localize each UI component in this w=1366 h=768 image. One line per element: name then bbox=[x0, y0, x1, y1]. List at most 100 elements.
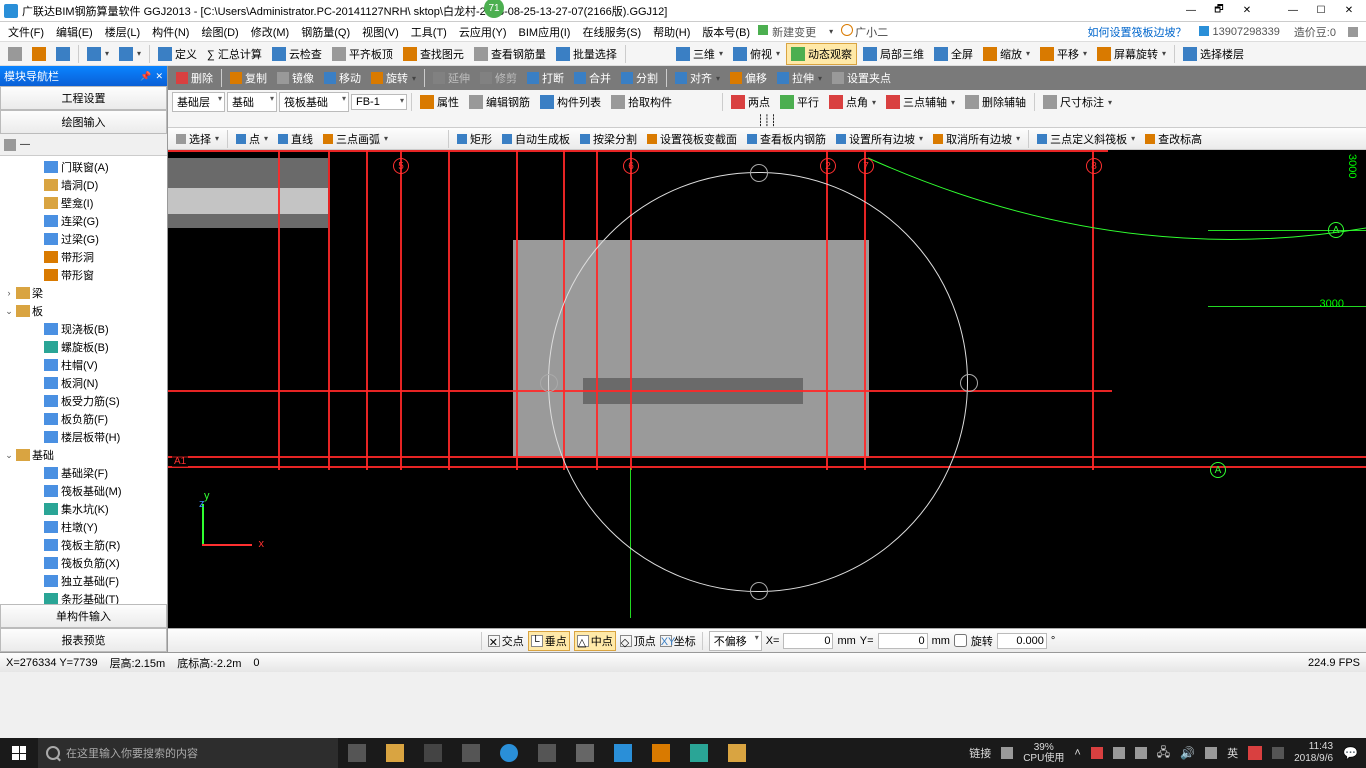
section-report-preview[interactable]: 报表预览 bbox=[0, 628, 167, 652]
restore-button[interactable]: 🗗 bbox=[1206, 2, 1232, 20]
new-change-button[interactable]: 新建变更 bbox=[758, 22, 820, 42]
snap-perpendicular-checkbox[interactable]: └垂点 bbox=[528, 631, 570, 651]
stretch-button[interactable]: 拉伸▾ bbox=[773, 68, 826, 88]
tree-item-raft-foundation[interactable]: 筏板基础(M) bbox=[14, 482, 165, 500]
sidebar-close-icon[interactable]: ✕ bbox=[155, 71, 163, 82]
point-angle-button[interactable]: 点角▾ bbox=[825, 92, 880, 112]
expand-icon[interactable] bbox=[4, 139, 16, 151]
taskbar-app-5[interactable] bbox=[566, 738, 604, 768]
break-button[interactable]: 打断 bbox=[523, 68, 568, 88]
close-button[interactable]: ✕ bbox=[1336, 2, 1362, 20]
cancel-edges-button[interactable]: 取消所有边坡▾ bbox=[929, 129, 1024, 149]
outer-minimize-button[interactable]: — bbox=[1280, 2, 1306, 20]
tree-item-isolated-footing[interactable]: 独立基础(F) bbox=[14, 572, 165, 590]
check-elev-button[interactable]: 查改标高 bbox=[1141, 129, 1206, 149]
undo-button[interactable]: ▾ bbox=[83, 45, 113, 63]
tree-item-wall-hole[interactable]: 墙洞(D) bbox=[14, 176, 165, 194]
align-button[interactable]: 对齐▾ bbox=[671, 68, 724, 88]
menu-member[interactable]: 构件(N) bbox=[148, 22, 193, 42]
menu-help[interactable]: 帮助(H) bbox=[649, 22, 694, 42]
point-button[interactable]: 点▾ bbox=[232, 129, 272, 149]
taskbar-app-9[interactable] bbox=[718, 738, 756, 768]
zoom-button[interactable]: 缩放▾ bbox=[979, 44, 1034, 64]
batch-select-button[interactable]: 批量选择 bbox=[552, 44, 621, 64]
tree-item-column-cap[interactable]: 柱帽(V) bbox=[14, 356, 165, 374]
three-aux-button[interactable]: 三点辅轴▾ bbox=[882, 92, 959, 112]
taskbar-app-4[interactable] bbox=[528, 738, 566, 768]
local-3d-button[interactable]: 局部三维 bbox=[859, 44, 928, 64]
component-tree[interactable]: 门联窗(A) 墙洞(D) 壁龛(I) 连梁(G) 过梁(G) 带形洞 带形窗 ›… bbox=[0, 156, 167, 604]
floor-combo[interactable]: 基础层 bbox=[172, 92, 225, 112]
tray-icon-4[interactable] bbox=[1205, 747, 1217, 759]
snap-midpoint-checkbox[interactable]: △中点 bbox=[574, 631, 616, 651]
section-project-settings[interactable]: 工程设置 bbox=[0, 86, 167, 110]
tree-item-spiral-slab[interactable]: 螺旋板(B) bbox=[14, 338, 165, 356]
taskbar-app-2[interactable] bbox=[414, 738, 452, 768]
bell-icon[interactable] bbox=[1348, 27, 1358, 37]
tray-icon-2[interactable] bbox=[1113, 747, 1125, 759]
tree-item-cast-slab[interactable]: 现浇板(B) bbox=[14, 320, 165, 338]
copy-button[interactable]: 复制 bbox=[226, 68, 271, 88]
component-combo[interactable]: 筏板基础 bbox=[279, 92, 349, 112]
link-label[interactable]: 链接 bbox=[969, 745, 991, 761]
fullscreen-button[interactable]: 全屏 bbox=[930, 44, 977, 64]
tray-network-icon[interactable]: 🖧 bbox=[1157, 743, 1170, 764]
two-point-button[interactable]: 两点 bbox=[727, 92, 774, 112]
taskbar-app-6[interactable] bbox=[604, 738, 642, 768]
new-file-button[interactable] bbox=[4, 45, 26, 63]
start-button[interactable] bbox=[0, 738, 38, 768]
tree-item-column-pier[interactable]: 柱墩(Y) bbox=[14, 518, 165, 536]
taskbar-app-3[interactable] bbox=[452, 738, 490, 768]
snap-vertex-checkbox[interactable]: ◇顶点 bbox=[620, 633, 656, 649]
tree-item-raft-neg[interactable]: 筏板负筋(X) bbox=[14, 554, 165, 572]
taskbar-clock[interactable]: 11:432018/9/6 bbox=[1294, 741, 1333, 765]
select-layer-button[interactable]: 选择楼层 bbox=[1179, 44, 1248, 64]
pick-member-button[interactable]: 拾取构件 bbox=[607, 92, 676, 112]
tree-node-foundation[interactable]: ⌄基础 bbox=[2, 446, 165, 464]
flat-roof-button[interactable]: 平齐板顶 bbox=[328, 44, 397, 64]
tree-node-beam[interactable]: ›梁 bbox=[2, 284, 165, 302]
help-link[interactable]: 如何设置筏板边坡？ bbox=[1084, 22, 1191, 42]
taskbar-app-1[interactable] bbox=[376, 738, 414, 768]
tray-volume-icon[interactable]: 🔊 bbox=[1180, 746, 1195, 760]
phone-label[interactable]: 13907298339 bbox=[1199, 24, 1284, 40]
minimize-button[interactable]: — bbox=[1178, 2, 1204, 20]
menu-rebar[interactable]: 钢筋量(Q) bbox=[297, 22, 354, 42]
menu-online[interactable]: 在线服务(S) bbox=[578, 22, 645, 42]
menu-modify[interactable]: 修改(M) bbox=[247, 22, 294, 42]
taskbar-app-8[interactable] bbox=[680, 738, 718, 768]
del-aux-button[interactable]: 删除辅轴 bbox=[961, 92, 1030, 112]
tray-up-icon[interactable]: ˄ bbox=[1074, 747, 1080, 759]
taskbar-taskview[interactable] bbox=[338, 738, 376, 768]
top-view-button[interactable]: 俯视▾ bbox=[729, 44, 784, 64]
delete-button[interactable]: 删除 bbox=[172, 68, 217, 88]
orbit-handle-left[interactable] bbox=[540, 374, 558, 392]
sum-calc-button[interactable]: ∑ 汇总计算 bbox=[203, 44, 266, 64]
tree-item-strip-hole[interactable]: 带形洞 bbox=[14, 248, 165, 266]
link-icon[interactable] bbox=[1001, 747, 1013, 759]
menu-view[interactable]: 视图(V) bbox=[358, 22, 403, 42]
tree-item-slab-hole[interactable]: 板洞(N) bbox=[14, 374, 165, 392]
tree-item-sump[interactable]: 集水坑(K) bbox=[14, 500, 165, 518]
member-list-button[interactable]: 构件列表 bbox=[536, 92, 605, 112]
move-button[interactable]: 移动 bbox=[320, 68, 365, 88]
three-d-button[interactable]: 三维▾ bbox=[672, 44, 727, 64]
outer-maximize-button[interactable]: ☐ bbox=[1308, 2, 1334, 20]
parallel-button[interactable]: 平行 bbox=[776, 92, 823, 112]
y-input[interactable] bbox=[878, 633, 928, 649]
taskbar-search[interactable]: 在这里输入你要搜索的内容 bbox=[38, 738, 338, 768]
tree-node-slab[interactable]: ⌄板 bbox=[2, 302, 165, 320]
cloud-check-button[interactable]: 云检查 bbox=[268, 44, 326, 64]
taskbar-app-7[interactable] bbox=[642, 738, 680, 768]
menu-bim[interactable]: BIM应用(I) bbox=[515, 22, 575, 42]
save-button[interactable] bbox=[52, 45, 74, 63]
view-steel-button[interactable]: 查看钢筋量 bbox=[470, 44, 550, 64]
snap-coord-checkbox[interactable]: XY坐标 bbox=[660, 633, 696, 649]
tree-item-strip-footing[interactable]: 条形基础(T) bbox=[14, 590, 165, 604]
dynamic-view-button[interactable]: 动态观察 bbox=[786, 43, 857, 65]
menu-file[interactable]: 文件(F) bbox=[4, 22, 48, 42]
tree-item-door-window[interactable]: 门联窗(A) bbox=[14, 158, 165, 176]
pin-icon[interactable]: 📌 bbox=[140, 71, 151, 82]
three-slope-button[interactable]: 三点定义斜筏板▾ bbox=[1033, 129, 1139, 149]
tree-item-slab-neg[interactable]: 板负筋(F) bbox=[14, 410, 165, 428]
